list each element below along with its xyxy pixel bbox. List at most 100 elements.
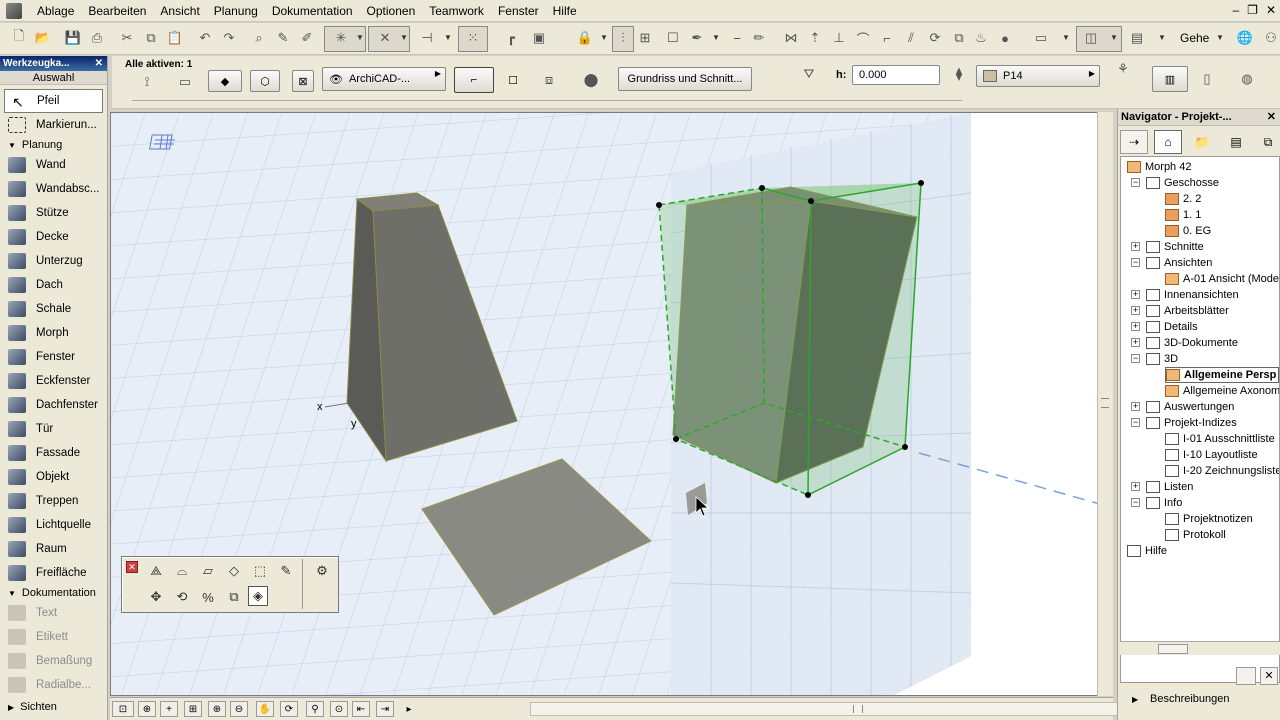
tree-item[interactable]: 1. 1 <box>1165 207 1201 223</box>
tree-hscroll[interactable] <box>1120 641 1280 655</box>
chevron-down-icon[interactable]: ▼ <box>712 33 720 42</box>
close-icon[interactable]: ✕ <box>1267 109 1276 126</box>
group-icon[interactable]: ▣ <box>530 29 548 47</box>
zoom-area-icon[interactable]: ⊞ <box>184 701 202 717</box>
new-item-icon[interactable] <box>1236 667 1256 685</box>
tree-item[interactable]: Projekt-Indizes <box>1146 415 1237 431</box>
close-icon[interactable]: ✕ <box>1266 3 1276 17</box>
scale-icon[interactable]: % <box>198 587 218 607</box>
tree-item[interactable]: Hilfe <box>1127 543 1167 559</box>
tool-arrow[interactable]: ↖ Pfeil <box>4 89 103 113</box>
tool-lichtquelle[interactable]: Lichtquelle <box>0 513 107 537</box>
inject-icon[interactable]: ✐ <box>298 29 316 47</box>
push-pull-icon[interactable]: ▱ <box>198 561 218 581</box>
geometry-method-icon[interactable]: ⟟ <box>138 73 156 91</box>
menu-fenster[interactable]: Fenster <box>491 0 546 22</box>
tree-item[interactable]: 0. EG <box>1165 223 1211 239</box>
category-dokumentation[interactable]: ▼ Dokumentation <box>0 585 107 601</box>
scroll-thumb[interactable] <box>853 705 863 713</box>
chevron-down-icon[interactable]: ▼ <box>1216 33 1224 42</box>
move-node-icon[interactable]: ⟁ <box>146 561 166 581</box>
pen-icon[interactable]: ✒ <box>688 29 706 47</box>
pick-up-icon[interactable]: ✎ <box>274 29 292 47</box>
expand-toggle-icon[interactable]: − <box>1131 498 1140 507</box>
tool-marquee[interactable]: Markierun... <box>0 113 107 137</box>
walk-icon[interactable]: ⚲ <box>306 701 324 717</box>
tool-text[interactable]: Text <box>0 601 107 625</box>
tree-item[interactable]: A-01 Ansicht (Mode <box>1165 271 1279 287</box>
tree-item[interactable]: Ansichten <box>1146 255 1212 271</box>
expand-toggle-icon[interactable]: + <box>1131 482 1140 491</box>
tree-item[interactable]: Allgemeine Axonom <box>1165 383 1279 399</box>
height-input[interactable]: 0.000 <box>852 65 940 85</box>
rotate-icon[interactable]: ⟲ <box>172 587 192 607</box>
adjust-icon[interactable]: ⇡ <box>806 29 824 47</box>
eraser-button[interactable]: ◆ <box>208 70 242 92</box>
magic-wand-icon[interactable]: ⚘ <box>1114 60 1132 78</box>
elevate-icon[interactable]: ◈ <box>248 586 268 606</box>
lock-icon[interactable]: 🔒 <box>576 29 594 47</box>
tool-dach[interactable]: Dach <box>0 273 107 297</box>
line-type-button[interactable]: ⌐ <box>454 67 494 93</box>
descriptions-label[interactable]: Beschreibungen <box>1150 693 1230 705</box>
tree-item[interactable]: Info <box>1146 495 1182 511</box>
zoom-plus-icon[interactable]: ⊕ <box>208 701 226 717</box>
chevron-down-icon[interactable]: ▼ <box>1158 33 1166 42</box>
menu-optionen[interactable]: Optionen <box>360 0 423 22</box>
vertical-scrollbar[interactable] <box>1097 112 1113 696</box>
reference-button[interactable]: ⊠ <box>292 70 314 92</box>
tool-fassade[interactable]: Fassade <box>0 441 107 465</box>
view-book-button[interactable]: ▥ <box>1152 66 1188 92</box>
close-icon[interactable]: ✕ <box>126 561 138 573</box>
tree-item[interactable]: Geschosse <box>1146 175 1219 191</box>
minimize-icon[interactable]: – <box>1232 3 1239 17</box>
category-sichten[interactable]: ▶ Sichten <box>0 699 107 715</box>
tool-freiflaeche[interactable]: Freifläche <box>0 561 107 585</box>
tool-decke[interactable]: Decke <box>0 225 107 249</box>
fillet-icon[interactable]: ⌒ <box>854 29 872 47</box>
curve-edge-icon[interactable]: ⌓ <box>172 561 192 581</box>
close-icon[interactable]: ✕ <box>95 56 103 71</box>
tree-item[interactable]: Details <box>1146 319 1198 335</box>
tree-item[interactable]: I-01 Ausschnittliste <box>1165 431 1275 447</box>
tool-raum[interactable]: Raum <box>0 537 107 561</box>
zoom-minus-icon[interactable]: ⊖ <box>230 701 248 717</box>
explore-icon[interactable]: ⊡ <box>112 701 134 717</box>
measure-icon[interactable]: ☐ <box>664 29 682 47</box>
chevron-down-icon[interactable]: ▼ <box>1110 33 1118 42</box>
tool-morph[interactable]: Morph <box>0 321 107 345</box>
expand-toggle-icon[interactable]: + <box>1131 322 1140 331</box>
cursor-snap-icon[interactable]: ⊣ <box>418 29 436 47</box>
elevation-icon[interactable]: ⛛ <box>800 65 818 83</box>
sphere-icon[interactable]: ⬤ <box>582 71 600 89</box>
menu-hilfe[interactable]: Hilfe <box>546 0 584 22</box>
tree-item[interactable]: Protokoll <box>1165 527 1226 543</box>
settings-icon[interactable]: ⚙ <box>312 561 332 581</box>
ruler-icon[interactable]: ⎯ <box>728 29 746 47</box>
scroll-thumb[interactable] <box>1101 398 1109 408</box>
goto-label[interactable]: Gehe <box>1180 31 1209 45</box>
tree-item[interactable]: 2. 2 <box>1165 191 1201 207</box>
triangle-right-icon[interactable]: ▸ <box>400 701 418 717</box>
rectangle-button[interactable]: ☐ <box>500 67 526 93</box>
orbit-icon[interactable]: ⟳ <box>280 701 298 717</box>
material-icon[interactable]: ⧫ <box>950 65 968 83</box>
solid-icon[interactable]: ⧈ <box>540 71 558 89</box>
tree-item[interactable]: Schnitte <box>1146 239 1204 255</box>
tool-schale[interactable]: Schale <box>0 297 107 321</box>
offset-icon[interactable]: ⌐ <box>878 29 896 47</box>
wall-join-icon[interactable]: ┏ <box>502 29 520 47</box>
chevron-down-icon[interactable]: ▼ <box>444 33 452 42</box>
tool-objekt[interactable]: Objekt <box>0 465 107 489</box>
layout-icon[interactable]: ▤ <box>1128 29 1146 47</box>
network-icon[interactable]: ⚇ <box>1262 29 1280 47</box>
floor-plan-icon[interactable]: ▭ <box>1032 29 1050 47</box>
expand-toggle-icon[interactable]: − <box>1131 418 1140 427</box>
copy-view-icon[interactable]: ⧉ <box>1254 130 1280 154</box>
tool-dachfenster[interactable]: Dachfenster <box>0 393 107 417</box>
menu-ansicht[interactable]: Ansicht <box>153 0 206 22</box>
layout-book-icon[interactable]: 📁 <box>1188 130 1216 154</box>
triangle-right-icon[interactable]: ▶ <box>1132 695 1138 704</box>
expand-toggle-icon[interactable]: + <box>1131 338 1140 347</box>
paste-icon[interactable]: 📋 <box>166 29 184 47</box>
